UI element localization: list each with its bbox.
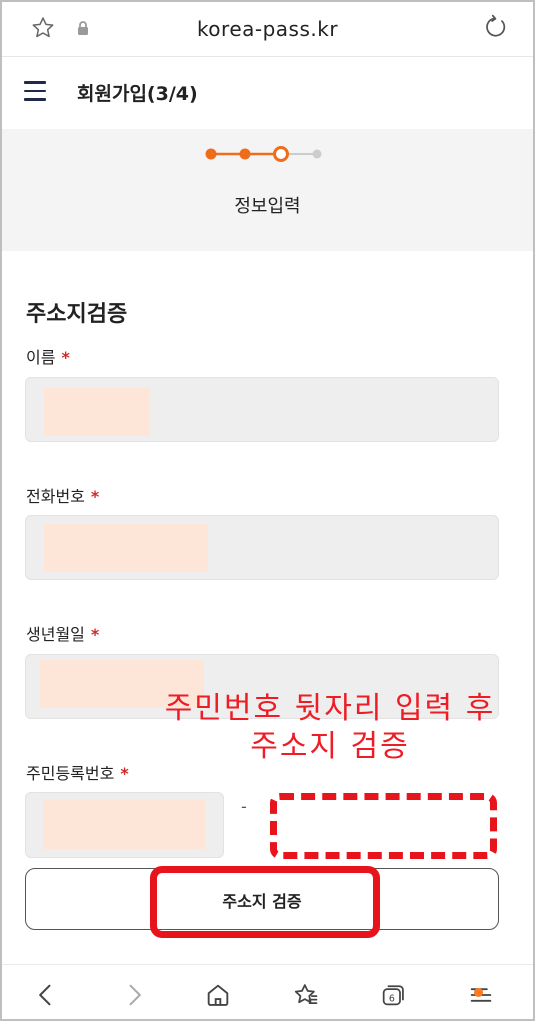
browser-bottom-nav: 6 [2, 964, 533, 1019]
browser-url-bar: korea-pass.kr [2, 2, 533, 57]
step-label: 정보입력 [234, 196, 301, 217]
required-mark: * [120, 764, 129, 783]
name-label: 이름 * [26, 348, 70, 367]
step-indicator: 정보입력 [2, 129, 533, 251]
redacted-value [44, 388, 150, 436]
required-mark: * [90, 625, 100, 644]
required-mark: * [90, 487, 100, 506]
app-header: 회원가입(3/4) [2, 57, 533, 129]
hamburger-menu-icon[interactable] [24, 81, 46, 103]
svg-text:6: 6 [389, 993, 395, 1004]
rrn-front-field[interactable] [25, 792, 224, 858]
phone-field[interactable] [25, 515, 499, 580]
url-text[interactable]: korea-pass.kr [2, 17, 533, 41]
back-icon[interactable] [32, 981, 60, 1009]
phone-label: 전화번호 * [26, 487, 100, 506]
step-3-dot [273, 146, 289, 162]
step-4-dot [312, 149, 322, 159]
notification-dot [474, 988, 483, 997]
tabs-icon[interactable]: 6 [379, 981, 407, 1009]
rrn-back-field[interactable] [270, 793, 497, 859]
reload-icon[interactable] [483, 14, 509, 44]
bookmarks-icon[interactable] [292, 981, 320, 1009]
annotation-text: 주민번호 뒷자리 입력 후 주소지 검증 [164, 691, 496, 764]
redacted-value [43, 799, 205, 849]
rrn-separator: - [241, 797, 247, 816]
step-2-dot [239, 148, 251, 160]
section-title: 주소지검증 [26, 302, 128, 327]
annotation-highlight-box [150, 866, 380, 938]
name-field[interactable] [25, 377, 499, 442]
step-1-dot [205, 148, 217, 160]
forward-icon[interactable] [120, 981, 148, 1009]
page-title: 회원가입(3/4) [77, 83, 198, 105]
step-progress [205, 146, 322, 162]
menu-icon[interactable] [467, 981, 495, 1009]
rrn-label: 주민등록번호 * [26, 764, 129, 783]
redacted-value [44, 524, 208, 572]
birth-label: 생년월일 * [26, 625, 100, 644]
home-icon[interactable] [204, 981, 232, 1009]
required-mark: * [61, 348, 70, 367]
